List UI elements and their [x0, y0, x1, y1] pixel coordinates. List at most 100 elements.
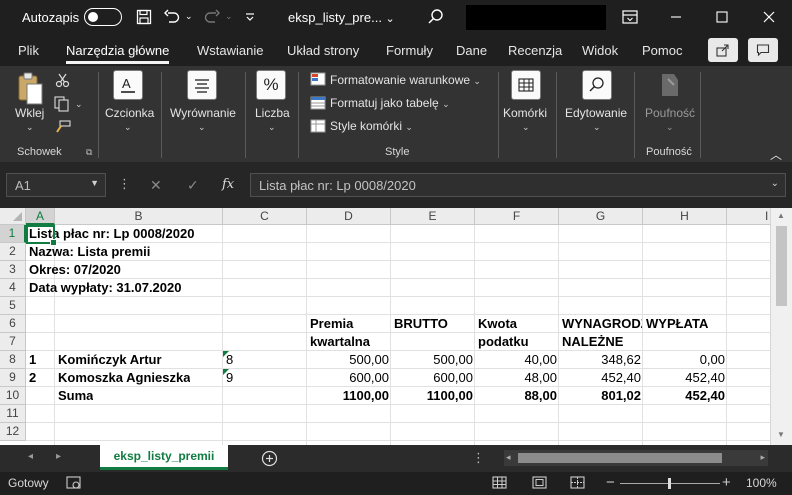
spreadsheet-grid[interactable]: A B C D E F G H I 1 2 3 4 5 6 7 8 9 10 1…: [0, 208, 792, 445]
search-icon[interactable]: [426, 7, 446, 27]
tab-view[interactable]: Widok: [582, 43, 618, 58]
tab-formulas[interactable]: Formuły: [386, 43, 433, 58]
cells-label[interactable]: Komórki: [503, 106, 547, 120]
zoom-out-icon[interactable]: −: [606, 474, 615, 491]
clipboard-launcher-icon[interactable]: ⧉: [86, 147, 92, 158]
cell-g6[interactable]: WYNAGRODZ: [562, 315, 642, 333]
row-header-1[interactable]: 1: [0, 225, 26, 243]
cell-e8[interactable]: 500,00: [391, 351, 473, 369]
cell-d9[interactable]: 600,00: [307, 369, 389, 387]
autosave-toggle[interactable]: [84, 8, 122, 26]
row-header-4[interactable]: 4: [0, 279, 26, 297]
sheet-options-icon[interactable]: ⋮: [472, 450, 485, 466]
cell-h9[interactable]: 452,40: [643, 369, 725, 387]
cell-styles-icon[interactable]: [310, 119, 326, 136]
tab-insert[interactable]: Wstawianie: [197, 43, 263, 58]
cells-icon[interactable]: [511, 70, 541, 100]
redo-dropdown-icon[interactable]: ⌄: [225, 11, 233, 22]
prev-sheet-icon[interactable]: ◂: [28, 451, 33, 462]
cell-f9[interactable]: 48,00: [475, 369, 557, 387]
cell-a9[interactable]: 2: [29, 369, 36, 387]
editing-dropdown-icon[interactable]: ⌄: [593, 122, 601, 133]
cell-g9[interactable]: 452,40: [559, 369, 641, 387]
formula-input[interactable]: Lista płac nr: Lp 0008/2020 ⌄: [250, 173, 786, 197]
copy-icon[interactable]: [54, 96, 72, 115]
alignment-dropdown-icon[interactable]: ⌄: [198, 122, 206, 133]
format-as-table-button[interactable]: Formatuj jako tabelę ⌄: [330, 96, 450, 110]
cell-c9[interactable]: 9: [226, 369, 233, 387]
cell-a4[interactable]: Data wypłaty: 31.07.2020: [29, 279, 181, 297]
scroll-up-icon[interactable]: ▲: [777, 211, 785, 220]
cell-g8[interactable]: 348,62: [559, 351, 641, 369]
ribbon-display-options-icon[interactable]: [620, 7, 640, 27]
tab-page-layout[interactable]: Układ strony: [287, 43, 359, 58]
row-header-8[interactable]: 8: [0, 351, 26, 369]
tab-help[interactable]: Pomoc: [642, 43, 682, 58]
column-header-f[interactable]: F: [475, 208, 559, 225]
cell-g7[interactable]: NALEŻNE: [562, 333, 642, 351]
row-header-2[interactable]: 2: [0, 243, 26, 261]
scroll-left-icon[interactable]: ◂: [506, 452, 511, 463]
column-header-h[interactable]: H: [643, 208, 727, 225]
share-button[interactable]: [708, 38, 738, 62]
normal-view-icon[interactable]: [492, 476, 508, 493]
column-header-g[interactable]: G: [559, 208, 643, 225]
paste-label[interactable]: Wklej: [15, 106, 44, 120]
row-header-10[interactable]: 10: [0, 387, 26, 405]
row-header-11[interactable]: 11: [0, 405, 26, 423]
cell-h6[interactable]: WYPŁATA: [646, 315, 726, 333]
undo-icon[interactable]: [162, 7, 182, 27]
alignment-label[interactable]: Wyrównanie: [170, 106, 236, 120]
cell-h10[interactable]: 452,40: [643, 387, 725, 405]
cell-e6[interactable]: BRUTTO: [394, 315, 474, 333]
horizontal-scroll-thumb[interactable]: [518, 453, 722, 463]
minimize-icon[interactable]: [666, 7, 686, 27]
alignment-icon[interactable]: [187, 70, 217, 100]
more-options-icon[interactable]: ⋮: [118, 176, 131, 192]
number-format-icon[interactable]: %: [256, 70, 286, 100]
undo-dropdown-icon[interactable]: ⌄: [185, 11, 193, 22]
cell-d6[interactable]: Premia: [310, 315, 390, 333]
customize-toolbar-icon[interactable]: [240, 7, 260, 27]
row-header-12[interactable]: 12: [0, 423, 26, 441]
paste-dropdown-icon[interactable]: ⌄: [26, 122, 34, 133]
name-box[interactable]: A1 ▼: [6, 173, 106, 197]
comments-button[interactable]: [748, 38, 778, 62]
scroll-right-icon[interactable]: ▸: [760, 452, 765, 463]
page-layout-view-icon[interactable]: [532, 476, 548, 493]
cell-a2[interactable]: Nazwa: Lista premii: [29, 243, 150, 261]
cell-f10[interactable]: 88,00: [475, 387, 557, 405]
redo-icon[interactable]: [202, 7, 222, 27]
zoom-level[interactable]: 100%: [746, 476, 777, 490]
tab-data[interactable]: Dane: [456, 43, 487, 58]
cell-e9[interactable]: 600,00: [391, 369, 473, 387]
vertical-scroll-thumb[interactable]: [776, 226, 787, 306]
font-label[interactable]: Czcionka: [105, 106, 154, 120]
close-icon[interactable]: [759, 7, 779, 27]
select-all-button[interactable]: [0, 208, 26, 225]
vertical-scrollbar[interactable]: ▲ ▼: [770, 208, 792, 445]
row-header-6[interactable]: 6: [0, 315, 26, 333]
cell-f6[interactable]: Kwota: [478, 315, 558, 333]
cell-d10[interactable]: 1100,00: [307, 387, 389, 405]
cells-dropdown-icon[interactable]: ⌄: [522, 122, 530, 133]
save-icon[interactable]: [134, 7, 154, 27]
cell-d8[interactable]: 500,00: [307, 351, 389, 369]
format-as-table-icon[interactable]: [310, 96, 326, 113]
row-header-5[interactable]: 5: [0, 297, 26, 315]
zoom-in-icon[interactable]: +: [722, 474, 731, 491]
number-dropdown-icon[interactable]: ⌄: [268, 122, 276, 133]
cell-a3[interactable]: Okres: 07/2020: [29, 261, 121, 279]
paste-icon[interactable]: [16, 72, 44, 109]
tab-home[interactable]: Narzędzia główne: [66, 43, 170, 64]
conditional-formatting-icon[interactable]: [310, 72, 326, 89]
cancel-entry-icon[interactable]: ✕: [150, 177, 162, 194]
tab-file[interactable]: Plik: [18, 43, 39, 58]
expand-formula-bar-icon[interactable]: ⌄: [771, 178, 779, 189]
cell-b9[interactable]: Komoszka Agnieszka: [58, 369, 190, 387]
cell-c8[interactable]: 8: [226, 351, 233, 369]
cell-b10[interactable]: Suma: [58, 387, 93, 405]
conditional-formatting-button[interactable]: Formatowanie warunkowe ⌄: [330, 73, 481, 87]
font-icon[interactable]: A: [113, 70, 143, 100]
copy-dropdown-icon[interactable]: ⌄: [75, 99, 83, 110]
